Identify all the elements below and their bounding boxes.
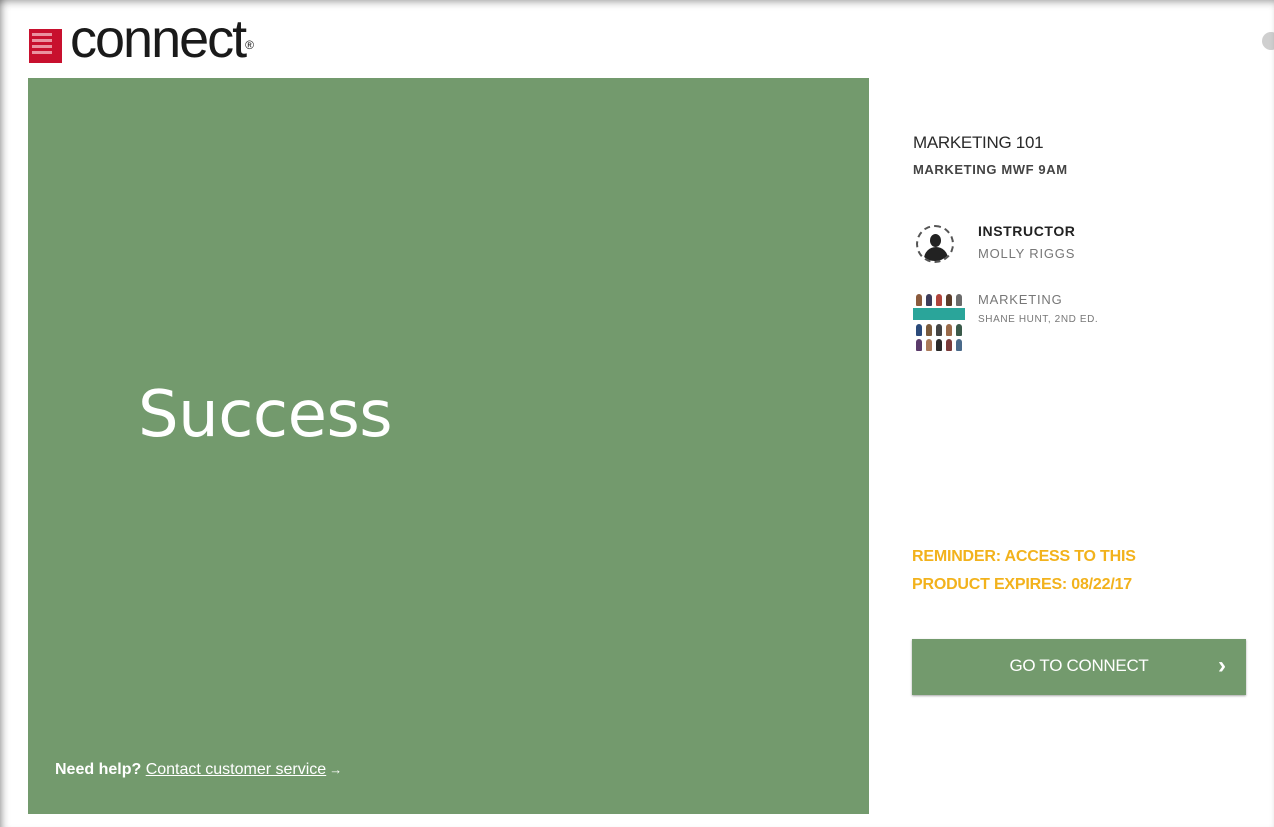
course-name: MARKETING 101 (913, 133, 1044, 152)
go-to-connect-label: GO TO CONNECT (1009, 656, 1149, 675)
arrow-right-icon: → (329, 762, 343, 777)
brand-mark: ® (245, 38, 254, 52)
help-question: Need help? (55, 761, 142, 778)
contact-customer-service-link[interactable]: Contact customer service (146, 761, 327, 778)
publisher-logo (29, 29, 62, 63)
book-author: SHANE HUNT, 2ND ED. (978, 314, 1099, 325)
help-row: Need help? Contact customer service → (55, 761, 342, 779)
app-header: connect® (0, 0, 1274, 78)
book-cover-image (913, 292, 965, 354)
instructor-label: INSTRUCTOR (978, 223, 1076, 239)
go-to-connect-button[interactable]: GO TO CONNECT › (912, 639, 1246, 695)
course-sidebar: MARKETING 101 MARKETING MWF 9AM INSTRUCT… (869, 78, 1274, 827)
status-panel: Success Need help? Contact customer serv… (28, 78, 869, 814)
connect-logo: connect® (70, 9, 254, 69)
status-title: Success (138, 378, 393, 452)
reminder-line-2: PRODUCT EXPIRES: 08/22/17 (912, 576, 1132, 593)
expiration-reminder: REMINDER: ACCESS TO THIS PRODUCT EXPIRES… (912, 543, 1212, 599)
instructor-name: MOLLY RIGGS (978, 246, 1076, 261)
reminder-line-1: REMINDER: ACCESS TO THIS (912, 548, 1136, 565)
instructor-avatar-icon (916, 225, 954, 263)
chevron-right-icon: › (1218, 652, 1226, 679)
section-name: MARKETING MWF 9AM (913, 162, 1068, 177)
brand-name: connect (70, 9, 247, 69)
book-title: MARKETING (978, 292, 1063, 307)
account-icon[interactable] (1262, 32, 1274, 50)
